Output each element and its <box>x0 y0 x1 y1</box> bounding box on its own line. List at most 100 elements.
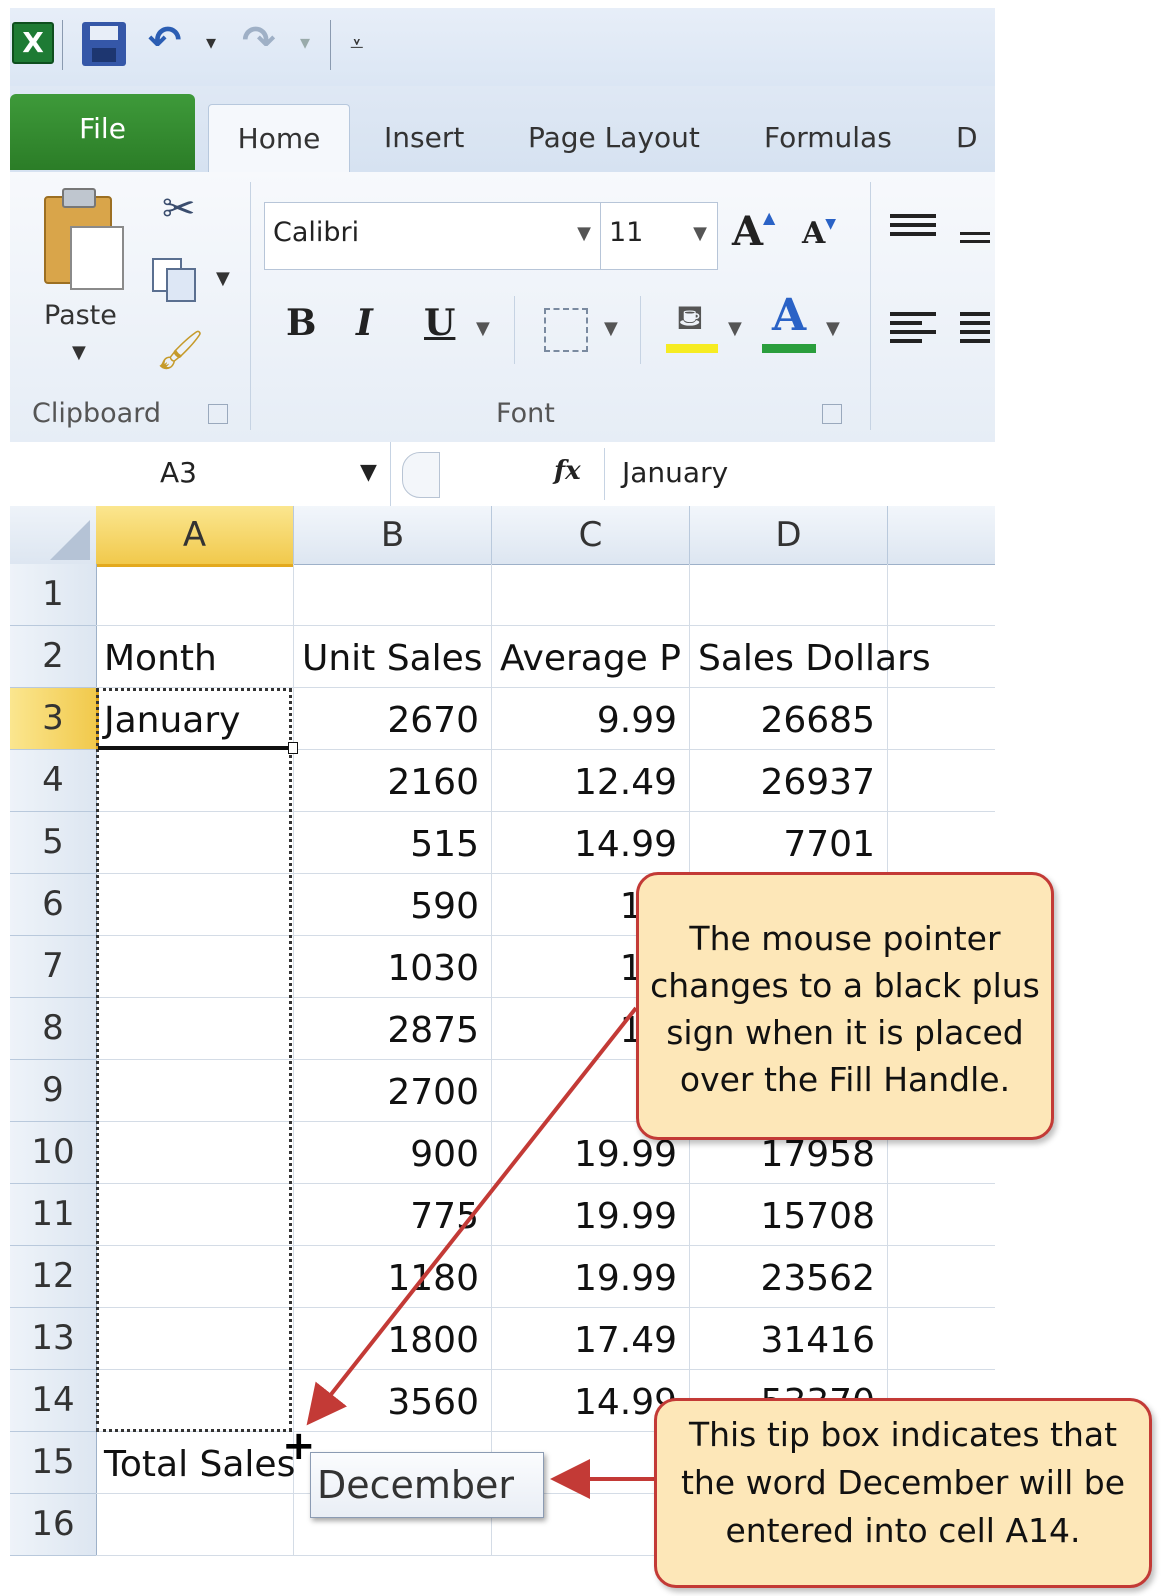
underline-button[interactable]: U <box>424 302 455 344</box>
row-header-10[interactable]: 10 <box>10 1122 97 1184</box>
cell-b5[interactable]: 515 <box>294 818 479 872</box>
undo-icon[interactable]: ↶ <box>148 18 198 68</box>
cell-c14[interactable]: 14.99 <box>492 1376 677 1430</box>
cell-c4[interactable]: 12.49 <box>492 756 677 810</box>
align-left-icon[interactable] <box>890 312 936 343</box>
row-header-12[interactable]: 12 <box>10 1246 97 1308</box>
cell-b9[interactable]: 2700 <box>294 1066 479 1120</box>
paste-icon[interactable] <box>38 186 126 290</box>
font-color-dropdown-icon[interactable]: ▼ <box>826 318 840 339</box>
row-header-9[interactable]: 9 <box>10 1060 97 1122</box>
font-size-box[interactable]: 11 ▼ <box>600 202 718 270</box>
cell-b2[interactable]: Unit Sales <box>302 632 483 686</box>
formula-input[interactable]: January <box>622 456 728 489</box>
cell-c3[interactable]: 9.99 <box>492 694 677 748</box>
row-header-8[interactable]: 8 <box>10 998 97 1060</box>
cell-c13[interactable]: 17.49 <box>492 1314 677 1368</box>
row-header-14[interactable]: 14 <box>10 1370 97 1432</box>
underline-dropdown-icon[interactable]: ▼ <box>476 318 490 339</box>
cell-b8[interactable]: 2875 <box>294 1004 479 1058</box>
redo-dropdown-icon[interactable]: ▾ <box>300 30 310 54</box>
save-icon[interactable] <box>82 22 126 66</box>
row-header-5[interactable]: 5 <box>10 812 97 874</box>
tab-page-layout[interactable]: Page Layout <box>528 104 700 172</box>
font-name-dropdown-icon[interactable]: ▼ <box>577 223 591 244</box>
font-name-box[interactable]: Calibri ▼ <box>264 202 602 270</box>
tab-insert[interactable]: Insert <box>384 104 464 172</box>
font-color-icon[interactable]: A <box>762 290 816 353</box>
cell-b3[interactable]: 2670 <box>294 694 479 748</box>
cell-b7[interactable]: 1030 <box>294 942 479 996</box>
row-header-11[interactable]: 11 <box>10 1184 97 1246</box>
cut-icon[interactable]: ✂ <box>162 186 196 232</box>
shrink-font-icon[interactable]: A▼ <box>802 216 836 251</box>
cell-d5[interactable]: 7701 <box>690 818 875 872</box>
tab-file[interactable]: File <box>10 94 195 170</box>
row-header-2[interactable]: 2 <box>10 626 97 688</box>
row-header-4[interactable]: 4 <box>10 750 97 812</box>
cell-d12[interactable]: 23562 <box>690 1252 875 1306</box>
customize-toolbar-icon[interactable]: ⩡ <box>350 30 364 58</box>
tab-data[interactable]: D <box>956 104 978 172</box>
italic-button[interactable]: I <box>356 302 373 344</box>
row-header-16[interactable]: 16 <box>10 1494 97 1556</box>
cell-b14[interactable]: 3560 <box>294 1376 479 1430</box>
copy-icon[interactable] <box>152 258 196 302</box>
fill-handle[interactable] <box>288 742 298 754</box>
row-header-15[interactable]: 15 <box>10 1432 97 1494</box>
fill-color-icon[interactable]: ⛾ <box>666 296 718 353</box>
cell-c11[interactable]: 19.99 <box>492 1190 677 1244</box>
name-box-dropdown-icon[interactable]: ▼ <box>360 460 377 485</box>
bold-button[interactable]: B <box>286 302 316 344</box>
format-painter-icon[interactable]: 🖌 <box>156 328 204 373</box>
row-header-13[interactable]: 13 <box>10 1308 97 1370</box>
row-header-1[interactable]: 1 <box>10 564 97 626</box>
cell-b4[interactable]: 2160 <box>294 756 479 810</box>
cell-d11[interactable]: 15708 <box>690 1190 875 1244</box>
paste-label[interactable]: Paste <box>44 300 117 331</box>
cell-d13[interactable]: 31416 <box>690 1314 875 1368</box>
cell-a15[interactable]: Total Sales <box>104 1438 295 1492</box>
tab-formulas[interactable]: Formulas <box>764 104 892 172</box>
column-header-a[interactable]: A <box>96 506 294 567</box>
copy-dropdown-icon[interactable]: ▼ <box>216 268 230 289</box>
fill-color-dropdown-icon[interactable]: ▼ <box>728 318 742 339</box>
undo-dropdown-icon[interactable]: ▾ <box>206 30 216 54</box>
cell-d3[interactable]: 26685 <box>690 694 875 748</box>
cell-d4[interactable]: 26937 <box>690 756 875 810</box>
borders-dropdown-icon[interactable]: ▼ <box>604 318 618 339</box>
cell-b10[interactable]: 900 <box>294 1128 479 1182</box>
row-header-3[interactable]: 3 <box>10 688 99 750</box>
cell-a2[interactable]: Month <box>104 632 217 686</box>
tab-home[interactable]: Home <box>208 104 350 173</box>
formula-bar-resize-handle[interactable] <box>402 452 440 498</box>
column-header-c[interactable]: C <box>492 506 690 565</box>
align-top-icon[interactable] <box>890 214 936 236</box>
column-header-b[interactable]: B <box>294 506 492 565</box>
cell-c12[interactable]: 19.99 <box>492 1252 677 1306</box>
font-launcher-icon[interactable] <box>822 404 842 424</box>
font-size-dropdown-icon[interactable]: ▼ <box>693 223 707 244</box>
clipboard-launcher-icon[interactable] <box>208 404 228 424</box>
excel-logo-icon[interactable]: X <box>12 22 54 64</box>
row-header-7[interactable]: 7 <box>10 936 97 998</box>
select-all-button[interactable] <box>10 506 97 565</box>
grow-font-icon[interactable]: A▲ <box>732 208 775 255</box>
borders-icon[interactable] <box>544 308 588 352</box>
cell-c5[interactable]: 14.99 <box>492 818 677 872</box>
name-box[interactable]: A3 ▼ <box>10 442 391 506</box>
cell-b11[interactable]: 775 <box>294 1190 479 1244</box>
row-header-6[interactable]: 6 <box>10 874 97 936</box>
cell-b6[interactable]: 590 <box>294 880 479 934</box>
cell-b12[interactable]: 1180 <box>294 1252 479 1306</box>
insert-function-icon[interactable]: fx <box>554 456 581 486</box>
column-header-d[interactable]: D <box>690 506 888 565</box>
cell-b13[interactable]: 1800 <box>294 1314 479 1368</box>
cell-d2[interactable]: Sales Dollars <box>698 632 931 686</box>
paste-dropdown-icon[interactable]: ▼ <box>72 342 86 363</box>
align-middle-icon[interactable] <box>960 232 990 243</box>
column-header-e[interactable] <box>888 506 995 565</box>
align-center-icon[interactable] <box>960 312 990 343</box>
cell-c2[interactable]: Average P <box>500 632 681 686</box>
redo-icon[interactable]: ↷ <box>242 18 292 68</box>
